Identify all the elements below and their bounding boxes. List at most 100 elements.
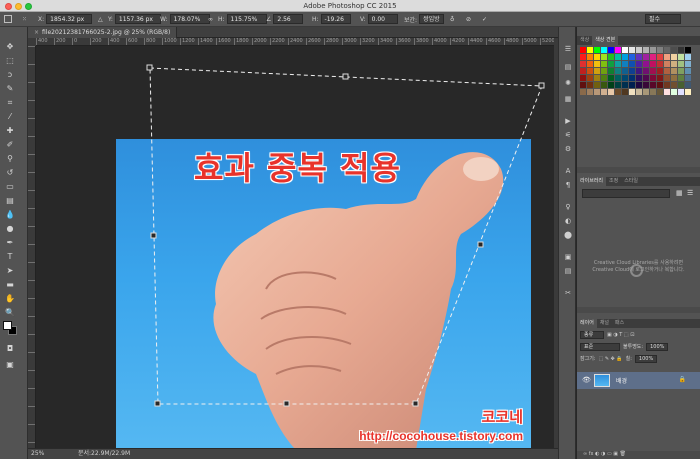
- color-swatch[interactable]: [615, 75, 621, 81]
- color-swatch[interactable]: [657, 47, 663, 53]
- color-swatch[interactable]: [601, 82, 607, 88]
- grid-view-icon[interactable]: ▦: [676, 189, 683, 197]
- pen-tool-icon[interactable]: ✒: [4, 237, 16, 248]
- reference-point-locator[interactable]: ⁙: [22, 14, 27, 24]
- tab-styles[interactable]: 스타일: [621, 177, 641, 186]
- color-swatch[interactable]: [608, 61, 614, 67]
- library-select[interactable]: [582, 189, 670, 198]
- color-swatch[interactable]: [601, 89, 607, 95]
- color-swatch[interactable]: [671, 54, 677, 60]
- transform-handle-bottom-right[interactable]: [412, 400, 419, 407]
- clone-stamp-tool-icon[interactable]: ⚲: [4, 153, 16, 164]
- color-swatch[interactable]: [580, 82, 586, 88]
- hand-tool-icon[interactable]: ✋: [4, 293, 16, 304]
- zoom-tool-icon[interactable]: 🔍: [4, 307, 16, 318]
- color-swatch[interactable]: [643, 75, 649, 81]
- color-swatch[interactable]: [622, 82, 628, 88]
- color-swatch[interactable]: [664, 89, 670, 95]
- color-swatch[interactable]: [580, 54, 586, 60]
- transform-handle-bottom[interactable]: [283, 400, 290, 407]
- color-swatch[interactable]: [594, 89, 600, 95]
- layer-comps-icon[interactable]: ▣: [563, 253, 573, 262]
- notes-panel-icon[interactable]: ▤: [563, 267, 573, 276]
- color-swatch[interactable]: [587, 47, 593, 53]
- lasso-tool-icon[interactable]: ↄ: [4, 69, 16, 80]
- color-swatch[interactable]: [587, 61, 593, 67]
- link-aspect-toggle[interactable]: ∞: [208, 14, 213, 24]
- color-swatch[interactable]: [664, 68, 670, 74]
- color-swatch[interactable]: [664, 54, 670, 60]
- color-swatch[interactable]: [678, 54, 684, 60]
- color-swatch[interactable]: [650, 82, 656, 88]
- warp-toggle-button[interactable]: ♁: [450, 14, 454, 24]
- color-swatch[interactable]: [587, 68, 593, 74]
- color-swatch[interactable]: [671, 82, 677, 88]
- visibility-eye-icon[interactable]: 👁: [582, 376, 591, 384]
- color-swatch[interactable]: [650, 89, 656, 95]
- color-swatch[interactable]: [622, 68, 628, 74]
- color-swatch[interactable]: [615, 68, 621, 74]
- color-swatch[interactable]: [636, 82, 642, 88]
- color-swatch[interactable]: [664, 82, 670, 88]
- color-swatch[interactable]: [580, 68, 586, 74]
- swatches-grid[interactable]: [580, 47, 698, 95]
- color-swatch[interactable]: [587, 54, 593, 60]
- tab-channels[interactable]: 채널: [597, 319, 612, 328]
- color-swatch[interactable]: [601, 75, 607, 81]
- foreground-color-swatch[interactable]: [3, 321, 12, 330]
- color-swatch[interactable]: [664, 61, 670, 67]
- color-swatch[interactable]: [601, 54, 607, 60]
- width-percent-field[interactable]: 178.07%: [169, 14, 210, 24]
- color-swatch[interactable]: [629, 61, 635, 67]
- tool-preset-picker[interactable]: [4, 14, 12, 24]
- color-swatch[interactable]: [629, 82, 635, 88]
- color-swatch[interactable]: [594, 82, 600, 88]
- color-swatch[interactable]: [671, 75, 677, 81]
- path-select-tool-icon[interactable]: ➤: [4, 265, 16, 276]
- eyedropper-tool-icon[interactable]: ⁄: [4, 111, 16, 122]
- marquee-tool-icon[interactable]: ⬚: [4, 55, 16, 66]
- color-swatch[interactable]: [615, 61, 621, 67]
- clone-source-icon[interactable]: ⬤: [563, 231, 573, 240]
- actions-panel-icon[interactable]: ▶: [563, 117, 573, 126]
- color-swatch[interactable]: [636, 61, 642, 67]
- lock-icons[interactable]: ⬚ ✎ ✥ 🔒: [599, 356, 623, 362]
- transform-handle-right[interactable]: [477, 241, 484, 248]
- properties-panel-icon[interactable]: ▤: [563, 63, 573, 72]
- color-swatch[interactable]: [629, 47, 635, 53]
- color-swatch[interactable]: [685, 82, 691, 88]
- color-swatch[interactable]: [622, 47, 628, 53]
- rectangle-tool-icon[interactable]: ▬: [4, 279, 16, 290]
- color-swatch[interactable]: [643, 61, 649, 67]
- commit-transform-button[interactable]: ✓: [482, 14, 487, 24]
- color-swatch[interactable]: [601, 68, 607, 74]
- color-swatch[interactable]: [657, 68, 663, 74]
- y-position-field[interactable]: 1157.36 px: [114, 14, 161, 24]
- color-swatch[interactable]: [580, 47, 586, 53]
- color-swatch[interactable]: [643, 89, 649, 95]
- color-swatch[interactable]: [657, 75, 663, 81]
- color-swatch[interactable]: [629, 89, 635, 95]
- interpolation-select[interactable]: 쌍입방: [419, 14, 444, 24]
- history-panel-icon[interactable]: ☰: [563, 45, 573, 54]
- tool-presets-icon[interactable]: ⚙: [563, 145, 573, 154]
- color-swatch[interactable]: [608, 47, 614, 53]
- color-swatch[interactable]: [671, 89, 677, 95]
- layer-row-background[interactable]: 👁 배경 🔒: [577, 372, 700, 389]
- layer-kind-filter[interactable]: 종류: [580, 330, 604, 339]
- color-swatch[interactable]: [678, 47, 684, 53]
- cancel-transform-button[interactable]: ⊘: [466, 14, 471, 24]
- color-swatch[interactable]: [622, 75, 628, 81]
- color-swatch[interactable]: [650, 47, 656, 53]
- tab-layers[interactable]: 레이어: [577, 319, 597, 328]
- color-swatch[interactable]: [580, 61, 586, 67]
- color-swatch[interactable]: [657, 61, 663, 67]
- color-swatch[interactable]: [615, 47, 621, 53]
- color-swatch[interactable]: [622, 54, 628, 60]
- color-swatch[interactable]: [685, 89, 691, 95]
- blend-mode-select[interactable]: 표준: [580, 342, 620, 351]
- x-position-field[interactable]: 1854.32 px: [46, 14, 93, 24]
- color-swatch[interactable]: [594, 61, 600, 67]
- crop-tool-icon[interactable]: ⌗: [4, 97, 16, 108]
- canvas-area[interactable]: 효과 중복 적용 코코네 http://cocohouse.tistory.co…: [36, 46, 554, 450]
